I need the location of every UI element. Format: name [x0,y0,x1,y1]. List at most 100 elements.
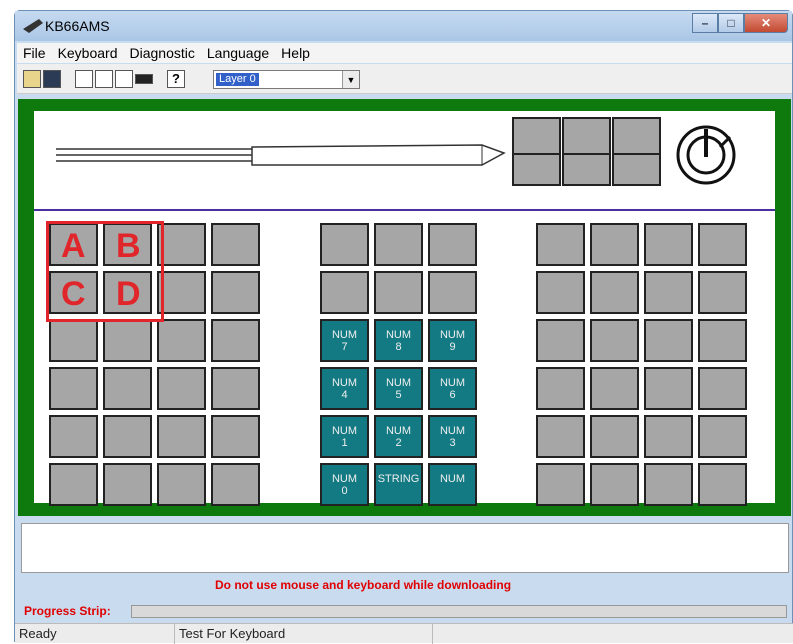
progress-label: Progress Strip: [24,604,111,618]
key[interactable] [590,367,639,410]
key[interactable] [590,319,639,362]
key[interactable] [590,223,639,266]
key[interactable] [536,223,585,266]
key[interactable] [428,271,477,314]
minimize-button[interactable]: – [692,13,718,33]
warning-text: Do not use mouse and keyboard while down… [215,578,512,592]
menu-language[interactable]: Language [201,45,275,61]
key[interactable] [590,463,639,506]
output-box[interactable] [21,523,789,573]
key[interactable] [590,271,639,314]
key[interactable] [211,463,260,506]
label-c: C [61,275,86,313]
key[interactable] [157,223,206,266]
key[interactable] [157,463,206,506]
app-window: KB66AMS – □ ✕ File Keyboard Diagnostic L… [14,10,793,644]
key[interactable] [536,319,585,362]
open-icon[interactable] [23,70,41,88]
numpad-key[interactable]: NUM 2 [374,415,423,458]
key[interactable] [644,415,693,458]
numpad-key[interactable]: NUM 0 [320,463,369,506]
numpad-key[interactable]: STRING [374,463,423,506]
numpad-key[interactable]: NUM 1 [320,415,369,458]
bar-icon[interactable] [135,74,153,84]
key[interactable] [644,223,693,266]
key[interactable] [698,223,747,266]
key[interactable] [536,367,585,410]
key[interactable] [590,415,639,458]
key[interactable] [157,271,206,314]
label-d: D [116,275,141,313]
key[interactable] [103,367,152,410]
key[interactable] [103,463,152,506]
key[interactable] [49,415,98,458]
key[interactable] [428,223,477,266]
numpad-key[interactable]: NUM 7 [320,319,369,362]
header-key[interactable] [562,153,611,186]
key[interactable] [644,271,693,314]
status-mode: Test For Keyboard [175,624,433,644]
maximize-button[interactable]: □ [718,13,744,33]
key[interactable] [644,319,693,362]
key[interactable] [374,271,423,314]
numpad-key[interactable]: NUM 3 [428,415,477,458]
key[interactable] [157,367,206,410]
key[interactable] [103,415,152,458]
export-icon[interactable] [95,70,113,88]
numpad-key[interactable]: NUM [428,463,477,506]
keyboard-layout-icon[interactable] [75,70,93,88]
chevron-down-icon[interactable]: ▼ [342,71,359,88]
key[interactable] [536,271,585,314]
title-bar[interactable]: KB66AMS – □ ✕ [15,11,792,41]
key[interactable] [536,415,585,458]
key[interactable] [644,463,693,506]
key[interactable] [211,271,260,314]
header-key[interactable] [512,153,561,186]
key[interactable] [374,223,423,266]
status-bar: Ready Test For Keyboard [15,623,793,644]
window-title: KB66AMS [45,18,110,34]
key[interactable] [698,271,747,314]
numpad-key[interactable]: NUM 4 [320,367,369,410]
numpad-key[interactable]: NUM 6 [428,367,477,410]
key[interactable] [49,463,98,506]
key[interactable] [320,223,369,266]
key[interactable] [49,319,98,362]
key[interactable] [320,271,369,314]
key[interactable] [211,319,260,362]
key[interactable] [698,367,747,410]
menu-keyboard[interactable]: Keyboard [52,45,124,61]
key[interactable] [157,319,206,362]
layer-select[interactable]: Layer 0 ▼ [213,70,360,89]
power-switch-icon[interactable] [672,121,742,185]
numpad-key[interactable]: NUM 8 [374,319,423,362]
key[interactable] [698,415,747,458]
keyboard-canvas: NUM 7 NUM 8 NUM 9 NUM 4 NUM 5 NUM 6 NUM 1 NUM 2… [34,111,775,506]
key[interactable] [103,319,152,362]
keyboard-frame: NUM 7 NUM 8 NUM 9 NUM 4 NUM 5 NUM 6 NUM 1 NUM 2… [18,99,791,516]
menu-help[interactable]: Help [275,45,316,61]
menu-diagnostic[interactable]: Diagnostic [124,45,201,61]
key[interactable] [49,367,98,410]
key[interactable] [698,319,747,362]
key[interactable] [157,415,206,458]
save-icon[interactable] [43,70,61,88]
app-icon [23,19,43,33]
numpad-key[interactable]: NUM 5 [374,367,423,410]
header-key[interactable] [612,153,661,186]
key[interactable] [211,415,260,458]
eraser-icon[interactable] [115,70,133,88]
help-icon[interactable]: ? [167,70,185,88]
close-button[interactable]: ✕ [744,13,788,33]
key[interactable] [211,223,260,266]
key[interactable] [536,463,585,506]
progress-strip [131,605,787,618]
menu-file[interactable]: File [17,45,52,61]
menu-bar: File Keyboard Diagnostic Language Help [17,43,792,63]
key[interactable] [644,367,693,410]
key[interactable] [698,463,747,506]
layer-value: Layer 0 [216,73,259,86]
key[interactable] [211,367,260,410]
section-divider [34,209,775,211]
numpad-key[interactable]: NUM 9 [428,319,477,362]
